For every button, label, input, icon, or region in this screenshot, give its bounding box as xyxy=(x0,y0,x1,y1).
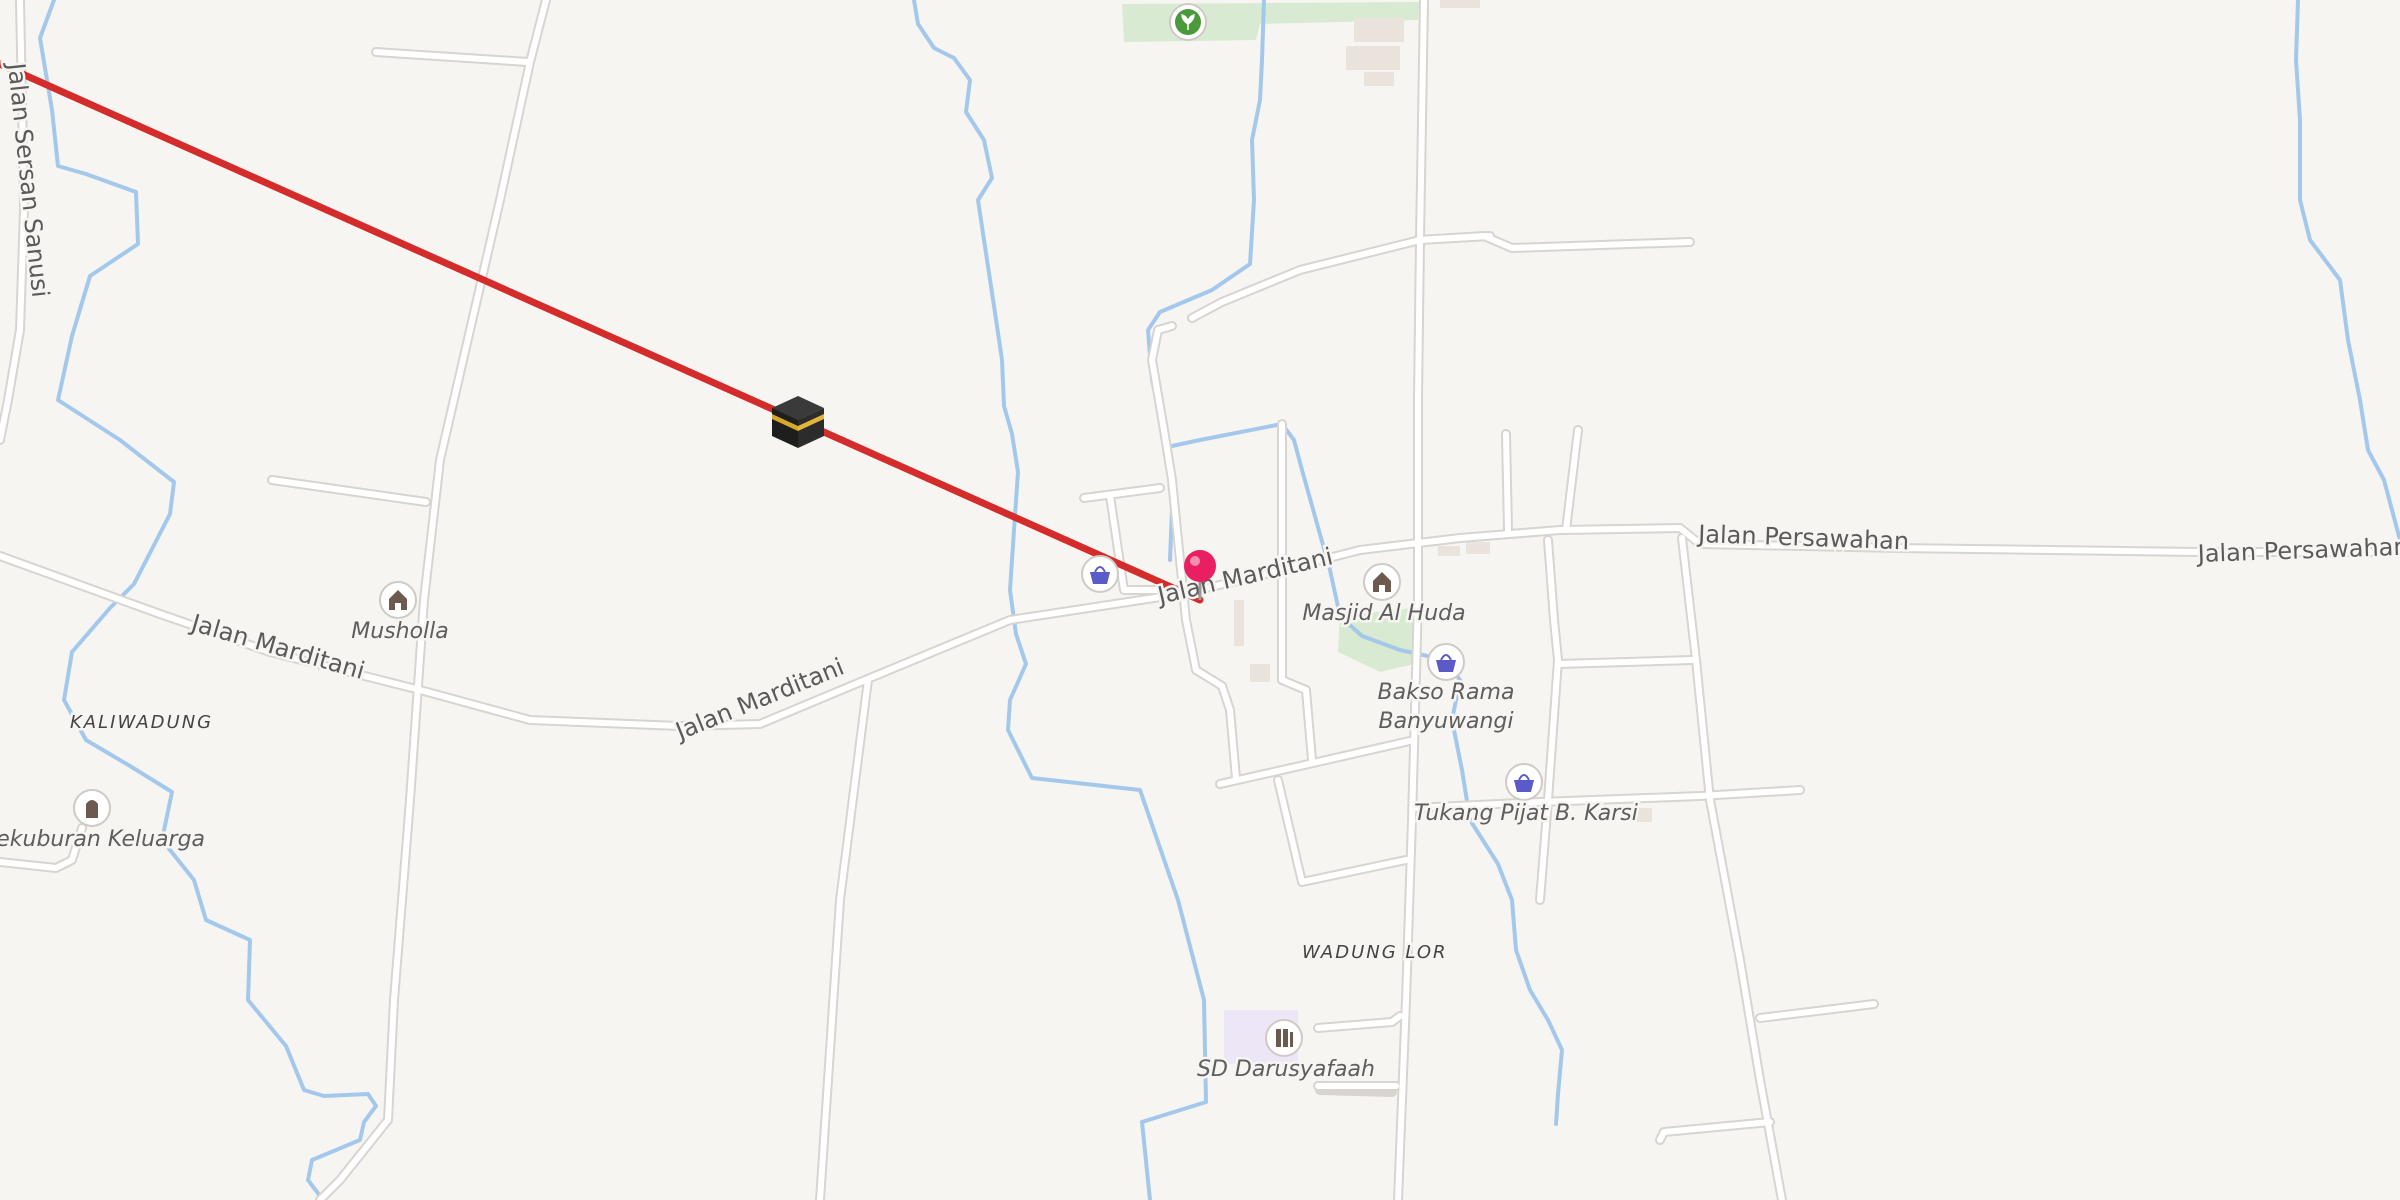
mosque-icon xyxy=(1363,563,1401,601)
road xyxy=(1275,777,1409,885)
poi-pekuburan-keluarga[interactable]: Pekuburan Keluarga xyxy=(0,789,208,855)
stream xyxy=(2294,0,2400,542)
shop-icon xyxy=(1081,555,1119,593)
building xyxy=(1346,46,1400,70)
road xyxy=(1217,737,1417,787)
poi-label: Tukang Pijat B. Karsi xyxy=(1414,801,1638,826)
building xyxy=(1234,600,1244,646)
poi-musholla[interactable]: Musholla xyxy=(349,581,451,647)
poi-label-line2: Banyuwangi xyxy=(1379,709,1514,734)
building xyxy=(1440,0,1480,8)
road-label-jalan-marditani: Jalan Marditani xyxy=(186,608,367,685)
road xyxy=(817,677,871,1200)
road xyxy=(1415,233,1493,243)
poi-garden[interactable] xyxy=(1169,3,1207,41)
road-label-jalan-persawahan: Jalan Persawahan xyxy=(2195,533,2400,568)
mosque-icon xyxy=(379,581,417,619)
area-label-wadung-lor: WADUNG LOR xyxy=(1302,942,1448,963)
road-label-jalan-persawahan: Jalan Persawahan xyxy=(1696,520,1910,555)
building xyxy=(1438,546,1460,556)
garden-icon xyxy=(1169,3,1207,41)
area-label-kaliwadung: KALIWADUNG xyxy=(70,712,213,733)
shop-icon xyxy=(1427,643,1465,681)
cemetery-icon xyxy=(73,789,111,827)
building xyxy=(1250,664,1270,682)
road-label-jalan-sersan-sanusi: Jalan Sersan Sanusi xyxy=(2,60,55,299)
poi-label: Pekuburan Keluarga xyxy=(0,827,205,852)
stream xyxy=(1146,0,1266,562)
stream xyxy=(38,0,378,1198)
poi-masjid-al-huda[interactable]: Masjid Al Huda xyxy=(1300,563,1468,629)
road xyxy=(1555,657,1695,667)
area-labels: KALIWADUNG WADUNG LOR xyxy=(68,710,1449,966)
shop-icon xyxy=(1505,763,1543,801)
road xyxy=(1503,431,1511,533)
road xyxy=(317,0,549,1200)
kaaba-icon[interactable] xyxy=(772,396,824,448)
poi-label: Masjid Al Huda xyxy=(1302,601,1465,626)
landuse-layer xyxy=(1122,2,1420,1064)
map-canvas[interactable]: Jalan Sersan Sanusi Jalan Marditani Jala… xyxy=(0,0,2400,1200)
school-icon xyxy=(1265,1019,1303,1057)
qibla-route-line xyxy=(0,60,1204,604)
map-layer: Jalan Sersan Sanusi Jalan Marditani Jala… xyxy=(0,0,2400,1200)
poi-label: Musholla xyxy=(351,619,449,644)
building xyxy=(1354,18,1404,42)
poi-label-line1: Bakso Rama xyxy=(1378,680,1515,705)
building xyxy=(1466,542,1490,554)
building xyxy=(1364,72,1394,86)
poi-label: SD Darusyafaah xyxy=(1197,1057,1375,1082)
road xyxy=(269,477,429,505)
poi-shop[interactable] xyxy=(1081,555,1119,593)
